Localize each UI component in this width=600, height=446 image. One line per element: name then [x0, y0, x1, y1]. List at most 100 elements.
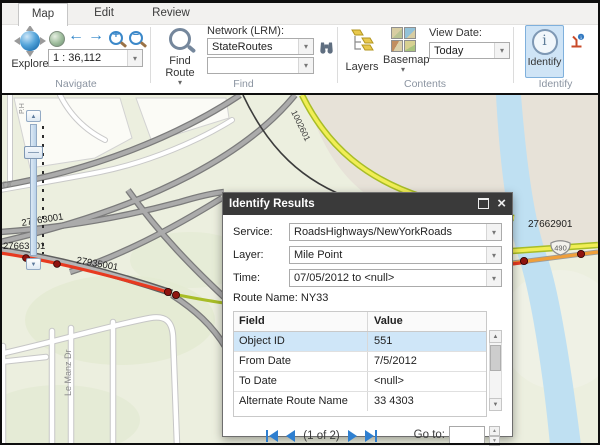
field-cell: Alternate Route Name [234, 392, 368, 411]
chevron-down-icon: ▾ [298, 39, 313, 54]
spinner-up-icon[interactable]: ▲ [489, 426, 500, 436]
field-cell: Object ID [234, 332, 368, 351]
page-indicator: (1 of 2) [303, 430, 339, 442]
next-page-button[interactable] [348, 430, 357, 442]
dialog-title: Identify Results [229, 198, 315, 210]
group-separator [337, 27, 338, 83]
forward-arrow-icon[interactable]: → [88, 26, 104, 46]
service-row: Service: RoadsHighways/NewYorkRoads ▾ [233, 223, 502, 241]
chevron-down-icon: ▾ [494, 43, 509, 58]
layer-label: Layer: [233, 249, 289, 261]
goto-page-input[interactable] [449, 426, 485, 444]
column-header-value: Value [368, 312, 486, 331]
basemap-icon [391, 27, 416, 52]
dialog-titlebar[interactable]: Identify Results × [223, 193, 512, 215]
explore-button[interactable]: Explore [7, 26, 53, 78]
zoom-in-icon[interactable]: + [109, 31, 123, 45]
time-select[interactable]: 07/05/2012 to <null> ▾ [289, 269, 502, 287]
service-select[interactable]: RoadsHighways/NewYorkRoads ▾ [289, 223, 502, 241]
ribbon: Explore ← → + − 1 : 36,112 ▾ Navigate Fi… [2, 24, 598, 93]
layers-button[interactable]: Layers [342, 27, 382, 73]
zoom-out-icon[interactable]: − [129, 31, 143, 45]
group-label-identify: Identify [513, 78, 598, 91]
scroll-down-icon[interactable]: ▼ [489, 398, 502, 411]
tab-map[interactable]: Map [18, 3, 68, 26]
close-icon[interactable]: × [497, 198, 506, 210]
group-label-navigate: Navigate [2, 78, 150, 91]
attributes-table: Field Value Object ID551From Date7/5/201… [233, 311, 487, 417]
goto-label: Go to: [414, 429, 445, 441]
explore-compass-icon [15, 26, 45, 56]
route-name-label: Route Name: [233, 292, 298, 304]
identify-i-icon: i [532, 29, 558, 55]
time-row: Time: 07/05/2012 to <null> ▾ [233, 269, 502, 287]
first-page-button[interactable] [266, 430, 278, 442]
chevron-down-icon: ▾ [486, 247, 501, 263]
view-date-label: View Date: [429, 27, 482, 39]
chevron-down-icon: ▾ [486, 270, 501, 286]
basemap-button[interactable]: Basemap ▾ [383, 27, 423, 73]
last-page-button[interactable] [365, 430, 377, 442]
chevron-down-icon: ▾ [383, 66, 423, 73]
table-row[interactable]: To Date<null> [234, 372, 486, 392]
pagination-bar: (1 of 2) Go to: ▲ ▼ [233, 426, 502, 446]
value-cell: 551 [368, 332, 486, 351]
scale-select[interactable]: 1 : 36,112 ▾ [48, 49, 143, 67]
ribbon-tab-bar: Map Edit Review [2, 3, 598, 25]
identify-route-tool-icon[interactable]: i [568, 33, 585, 55]
attributes-table-area: Field Value Object ID551From Date7/5/201… [233, 311, 502, 417]
table-rows: Object ID551From Date7/5/2012To Date<nul… [234, 332, 486, 411]
zoom-slider-down-button[interactable]: ▼ [26, 258, 41, 270]
identify-button[interactable]: i Identify [525, 25, 564, 78]
map-zoom-slider[interactable]: ▲ ▼ [22, 110, 48, 272]
value-cell: 7/5/2012 [368, 352, 486, 371]
previous-page-button[interactable] [286, 430, 295, 442]
layers-label: Layers [342, 61, 382, 73]
table-row[interactable]: Object ID551 [234, 332, 486, 352]
route-name-row: Route Name: NY33 [233, 292, 502, 304]
table-row[interactable]: Alternate Route Name33 4303 [234, 392, 486, 411]
route-input[interactable]: ▾ [207, 57, 314, 74]
zoom-slider-thumb[interactable] [24, 146, 43, 159]
table-row[interactable]: From Date7/5/2012 [234, 352, 486, 372]
back-arrow-icon[interactable]: ← [68, 26, 84, 46]
tab-review[interactable]: Review [140, 3, 202, 24]
zoom-slider-track[interactable] [30, 124, 37, 256]
scrollbar-track[interactable] [489, 343, 502, 398]
maximize-icon[interactable] [478, 198, 489, 211]
scrollbar-thumb[interactable] [490, 345, 501, 371]
column-header-field: Field [234, 312, 368, 331]
layer-row: Layer: Mile Point ▾ [233, 246, 502, 264]
route-id-label: 27662901 [528, 219, 573, 230]
zoom-slider-ticks [42, 126, 44, 254]
globe-icon[interactable] [49, 31, 65, 47]
zoom-slider-up-button[interactable]: ▲ [26, 110, 41, 122]
scroll-up-icon[interactable]: ▲ [489, 330, 502, 343]
table-scrollbar[interactable]: ▲ ▼ [489, 330, 502, 411]
time-label: Time: [233, 272, 289, 284]
route-name-value: NY33 [301, 292, 329, 304]
street-name-label: Dr [2, 179, 13, 190]
view-date-select[interactable]: Today ▾ [429, 42, 510, 59]
chevron-down-icon: ▾ [298, 58, 313, 73]
dialog-body: Service: RoadsHighways/NewYorkRoads ▾ La… [223, 215, 512, 446]
tab-edit[interactable]: Edit [78, 3, 130, 24]
group-separator [513, 27, 514, 83]
network-lrm-label: Network (LRM): [207, 25, 284, 37]
layers-icon [349, 27, 376, 54]
service-label: Service: [233, 226, 289, 238]
identify-results-dialog: Identify Results × Service: RoadsHighway… [222, 192, 513, 437]
field-cell: To Date [234, 372, 368, 391]
goto-spinner[interactable]: ▲ ▼ [489, 426, 500, 444]
chevron-down-icon: ▾ [486, 224, 501, 240]
value-cell: <null> [368, 372, 486, 391]
group-label-find: Find [150, 78, 337, 91]
binoculars-icon[interactable] [318, 41, 335, 61]
group-label-contents: Contents [337, 78, 513, 91]
street-name-label: Le Manz Dr [63, 349, 73, 396]
network-select[interactable]: StateRoutes ▾ [207, 38, 314, 55]
layer-select[interactable]: Mile Point ▾ [289, 246, 502, 264]
find-route-label: Find Route [157, 55, 203, 79]
explore-label: Explore [7, 58, 53, 70]
identify-button-label: Identify [526, 56, 563, 68]
